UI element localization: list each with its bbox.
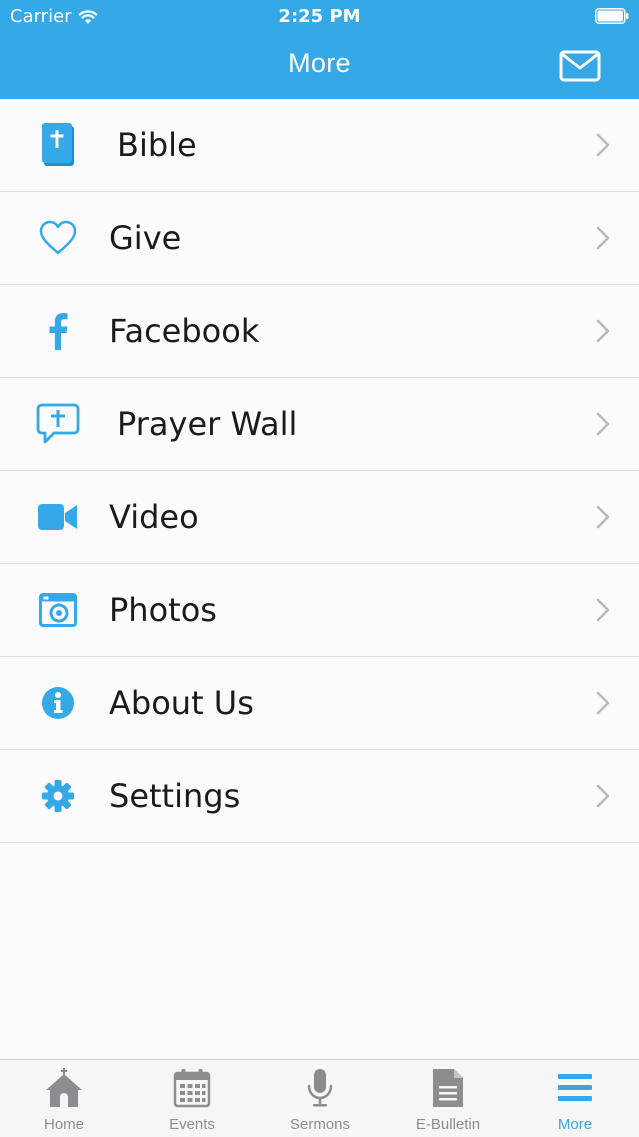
status-time: 2:25 PM: [278, 6, 361, 27]
menu-item-label: Give: [109, 219, 182, 257]
heart-icon: [32, 213, 84, 263]
prayer-chat-icon: [32, 399, 84, 449]
menu-item-label: Settings: [109, 777, 241, 815]
mail-icon[interactable]: [559, 50, 601, 82]
tab-more[interactable]: More: [511, 1060, 639, 1137]
tab-label: Sermons: [289, 1116, 351, 1133]
tab-home[interactable]: Home: [0, 1060, 128, 1137]
document-icon: [433, 1069, 463, 1107]
menu-item-label: Prayer Wall: [117, 405, 298, 443]
menu-item-label: Video: [109, 498, 199, 536]
bible-icon: [32, 120, 84, 170]
tab-label: Events: [169, 1116, 215, 1133]
menu-item-label: Photos: [109, 591, 217, 629]
menu-item-prayer-wall[interactable]: Prayer Wall: [0, 378, 639, 471]
menu-item-label: Facebook: [109, 312, 260, 350]
facebook-icon: [32, 306, 84, 356]
menu-item-facebook[interactable]: Facebook: [0, 285, 639, 378]
page-title: More: [288, 48, 351, 78]
chevron-right-icon: [596, 319, 610, 343]
chevron-right-icon: [596, 226, 610, 250]
menu-item-video[interactable]: Video: [0, 471, 639, 564]
calendar-icon: [173, 1069, 211, 1108]
chevron-right-icon: [596, 412, 610, 436]
menu-item-label: About Us: [109, 684, 254, 722]
chevron-right-icon: [596, 598, 610, 622]
menu-item-photos[interactable]: Photos: [0, 564, 639, 657]
tab-events[interactable]: Events: [128, 1060, 256, 1137]
chevron-right-icon: [596, 505, 610, 529]
video-camera-icon: [32, 492, 84, 542]
tab-bar: Home Events Sermons E-Bulletin More: [0, 1059, 639, 1137]
chevron-right-icon: [596, 691, 610, 715]
microphone-icon: [307, 1069, 333, 1107]
app-header: Carrier 2:25 PM More: [0, 0, 639, 99]
menu-item-bible[interactable]: Bible: [0, 99, 639, 192]
chevron-right-icon: [596, 133, 610, 157]
status-bar: Carrier 2:25 PM: [0, 0, 639, 34]
camera-icon: [32, 585, 84, 635]
menu-item-give[interactable]: Give: [0, 192, 639, 285]
battery-icon: [595, 8, 629, 24]
menu-item-settings[interactable]: Settings: [0, 750, 639, 843]
tab-label: Home: [43, 1116, 84, 1133]
gear-icon: [32, 771, 84, 821]
church-icon: [46, 1068, 82, 1107]
tab-sermons[interactable]: Sermons: [256, 1060, 384, 1137]
chevron-right-icon: [596, 784, 610, 808]
hamburger-icon: [558, 1074, 592, 1101]
tab-label: More: [557, 1116, 593, 1133]
menu-item-about-us[interactable]: About Us: [0, 657, 639, 750]
more-menu-list: Bible Give Facebook Prayer Wall Video Ph…: [0, 99, 639, 843]
tab-label: E-Bulletin: [415, 1116, 481, 1133]
tab-e-bulletin[interactable]: E-Bulletin: [384, 1060, 512, 1137]
info-icon: [32, 678, 84, 728]
menu-item-label: Bible: [117, 126, 197, 164]
